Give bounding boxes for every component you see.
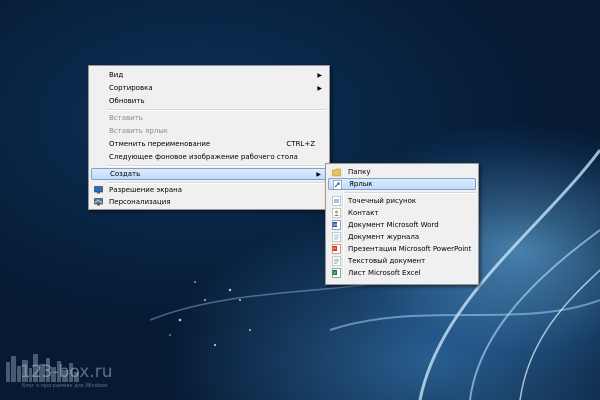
submenu-arrow-icon: ▶ — [317, 84, 322, 92]
powerpoint-icon: P — [332, 244, 341, 254]
submenu-item-label: Документ журнала — [348, 233, 420, 241]
menu-separator — [107, 109, 326, 111]
submenu-item-text-document[interactable]: Текстовый документ — [328, 255, 476, 267]
display-resolution-icon — [94, 186, 103, 194]
menu-item-refresh[interactable]: Обновить — [91, 95, 327, 107]
menu-item-label: Создать — [110, 170, 141, 178]
personalization-icon — [94, 198, 103, 206]
text-document-icon — [332, 256, 341, 266]
menu-item-personalization[interactable]: Персонализация — [91, 196, 327, 208]
submenu-item-label: Ярлык — [349, 180, 373, 188]
submenu-item-label: Документ Microsoft Word — [348, 221, 439, 229]
submenu-arrow-icon: ▶ — [317, 71, 322, 79]
bitmap-icon — [332, 196, 341, 206]
submenu-item-contact[interactable]: Контакт — [328, 207, 476, 219]
svg-text:X: X — [333, 270, 336, 275]
submenu-item-label: Презентация Microsoft PowerPoint — [348, 245, 472, 253]
menu-item-screen-resolution[interactable]: Разрешение экрана — [91, 184, 327, 196]
submenu-item-bitmap[interactable]: Точечный рисунок — [328, 195, 476, 207]
create-submenu: Папку Ярлык Точечный рисунок Контакт W Д… — [325, 163, 479, 285]
menu-item-shortcut: CTRL+Z — [286, 140, 315, 148]
excel-icon: X — [332, 268, 341, 278]
menu-separator — [107, 165, 326, 167]
menu-item-label: Обновить — [109, 97, 145, 105]
menu-item-undo-rename[interactable]: Отменить переименование CTRL+Z — [91, 138, 327, 150]
menu-item-label: Персонализация — [109, 198, 171, 206]
menu-item-create[interactable]: Создать ▶ — [91, 168, 327, 180]
menu-item-view[interactable]: Вид ▶ — [91, 69, 327, 81]
menu-item-next-background[interactable]: Следующее фоновое изображение рабочего с… — [91, 151, 327, 163]
shortcut-icon — [333, 180, 342, 190]
watermark-subtitle: Блог о программах для Windows — [22, 383, 108, 389]
menu-item-label: Вид — [109, 71, 124, 79]
submenu-item-label: Лист Microsoft Excel — [348, 269, 421, 277]
menu-item-label: Вставить ярлык — [109, 127, 169, 135]
menu-item-paste-shortcut[interactable]: Вставить ярлык — [91, 125, 327, 137]
submenu-item-label: Контакт — [348, 209, 379, 217]
desktop[interactable]: Вид ▶ Сортировка ▶ Обновить Вставить Вст… — [0, 0, 600, 400]
menu-item-label: Вставить — [109, 114, 143, 122]
submenu-item-excel[interactable]: X Лист Microsoft Excel — [328, 267, 476, 279]
menu-item-paste[interactable]: Вставить — [91, 112, 327, 124]
submenu-item-shortcut[interactable]: Ярлык — [328, 178, 476, 190]
submenu-item-label: Точечный рисунок — [348, 197, 417, 205]
menu-item-label: Сортировка — [109, 84, 153, 92]
contact-icon — [332, 208, 341, 218]
journal-document-icon — [332, 232, 341, 242]
submenu-item-powerpoint[interactable]: P Презентация Microsoft PowerPoint — [328, 243, 476, 255]
menu-item-label: Разрешение экрана — [109, 186, 183, 194]
submenu-item-word-document[interactable]: W Документ Microsoft Word — [328, 219, 476, 231]
desktop-context-menu: Вид ▶ Сортировка ▶ Обновить Вставить Вст… — [88, 65, 330, 210]
submenu-item-journal-document[interactable]: Документ журнала — [328, 231, 476, 243]
folder-icon — [332, 168, 341, 177]
menu-item-sort[interactable]: Сортировка ▶ — [91, 82, 327, 94]
submenu-item-label: Папку — [348, 168, 371, 176]
svg-text:P: P — [333, 246, 336, 251]
watermark-title: 123-box.ru — [20, 362, 113, 382]
watermark: 123-box.ru Блог о программах для Windows — [6, 352, 136, 392]
submenu-arrow-icon: ▶ — [316, 170, 321, 178]
menu-item-label: Отменить переименование — [109, 140, 211, 148]
menu-separator — [344, 192, 475, 194]
svg-text:W: W — [333, 222, 337, 227]
submenu-item-label: Текстовый документ — [348, 257, 426, 265]
word-document-icon: W — [332, 220, 341, 230]
menu-item-label: Следующее фоновое изображение рабочего с… — [109, 153, 298, 161]
submenu-item-folder[interactable]: Папку — [328, 166, 476, 178]
